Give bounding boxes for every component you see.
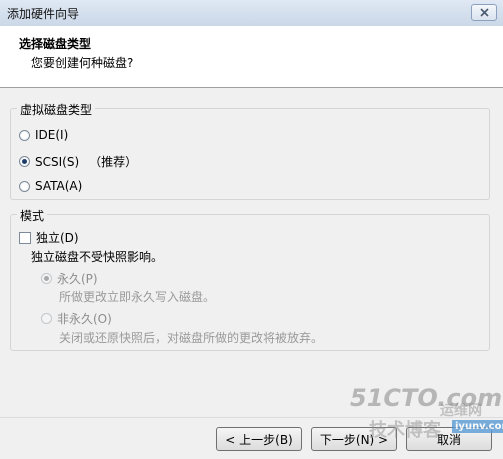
radio-ide-button[interactable]	[19, 129, 30, 141]
independent-checkbox[interactable]	[19, 231, 31, 244]
cancel-button[interactable]: 取消	[406, 427, 492, 451]
independent-checkbox-row[interactable]: 独立(D)	[19, 229, 79, 246]
radio-persistent-label: 永久(P)	[57, 272, 98, 286]
radio-ide-label: IDE(I)	[35, 128, 69, 142]
close-button[interactable]	[471, 4, 497, 21]
close-icon	[480, 8, 489, 17]
disk-type-group-title: 虚拟磁盘类型	[17, 101, 96, 118]
page-title: 选择磁盘类型	[19, 37, 92, 51]
next-button[interactable]: 下一步(N) >	[311, 427, 397, 451]
footer-divider	[0, 417, 503, 418]
title-bar: 添加硬件向导	[0, 0, 503, 27]
radio-scsi-button[interactable]	[19, 156, 30, 167]
mode-group: 模式 独立(D) 独立磁盘不受快照影响。 永久(P) 所做更改立即永久写入磁盘。…	[10, 207, 490, 351]
radio-scsi-recommended-note: （推荐）	[89, 155, 138, 169]
persistent-hint: 所做更改立即永久写入磁盘。	[59, 290, 216, 304]
radio-scsi-label: SCSI(S)	[35, 154, 80, 169]
radio-nonpersistent-button[interactable]	[41, 313, 52, 324]
radio-sata-button[interactable]	[19, 180, 30, 192]
nonpersistent-hint: 关闭或还原快照后，对磁盘所做的更改将被放弃。	[59, 331, 324, 345]
mode-group-title: 模式	[17, 207, 48, 224]
back-button[interactable]: < 上一步(B)	[216, 427, 302, 451]
page-subtitle: 您要创建何种磁盘?	[31, 56, 134, 70]
radio-persistent-button[interactable]	[41, 273, 52, 284]
disk-type-group: 虚拟磁盘类型 IDE(I) SCSI(S) （推荐） SATA(A)	[10, 101, 490, 200]
wizard-header: 选择磁盘类型 您要创建何种磁盘?	[0, 26, 503, 88]
radio-sata-label: SATA(A)	[35, 179, 83, 193]
radio-scsi[interactable]: SCSI(S) （推荐）	[19, 153, 137, 170]
watermark-51cto: 51CTO.com	[350, 384, 503, 412]
radio-ide[interactable]: IDE(I)	[19, 128, 68, 142]
radio-nonpersistent[interactable]: 非永久(O)	[41, 310, 112, 327]
radio-persistent[interactable]: 永久(P)	[41, 270, 98, 287]
add-hardware-wizard-window: 添加硬件向导 选择磁盘类型 您要创建何种磁盘? 虚拟磁盘类型 IDE(I) SC…	[0, 0, 503, 459]
window-title: 添加硬件向导	[7, 7, 80, 21]
radio-sata[interactable]: SATA(A)	[19, 179, 82, 193]
independent-description: 独立磁盘不受快照影响。	[31, 250, 164, 264]
radio-nonpersistent-label: 非永久(O)	[57, 312, 112, 326]
independent-checkbox-label: 独立(D)	[36, 231, 79, 245]
